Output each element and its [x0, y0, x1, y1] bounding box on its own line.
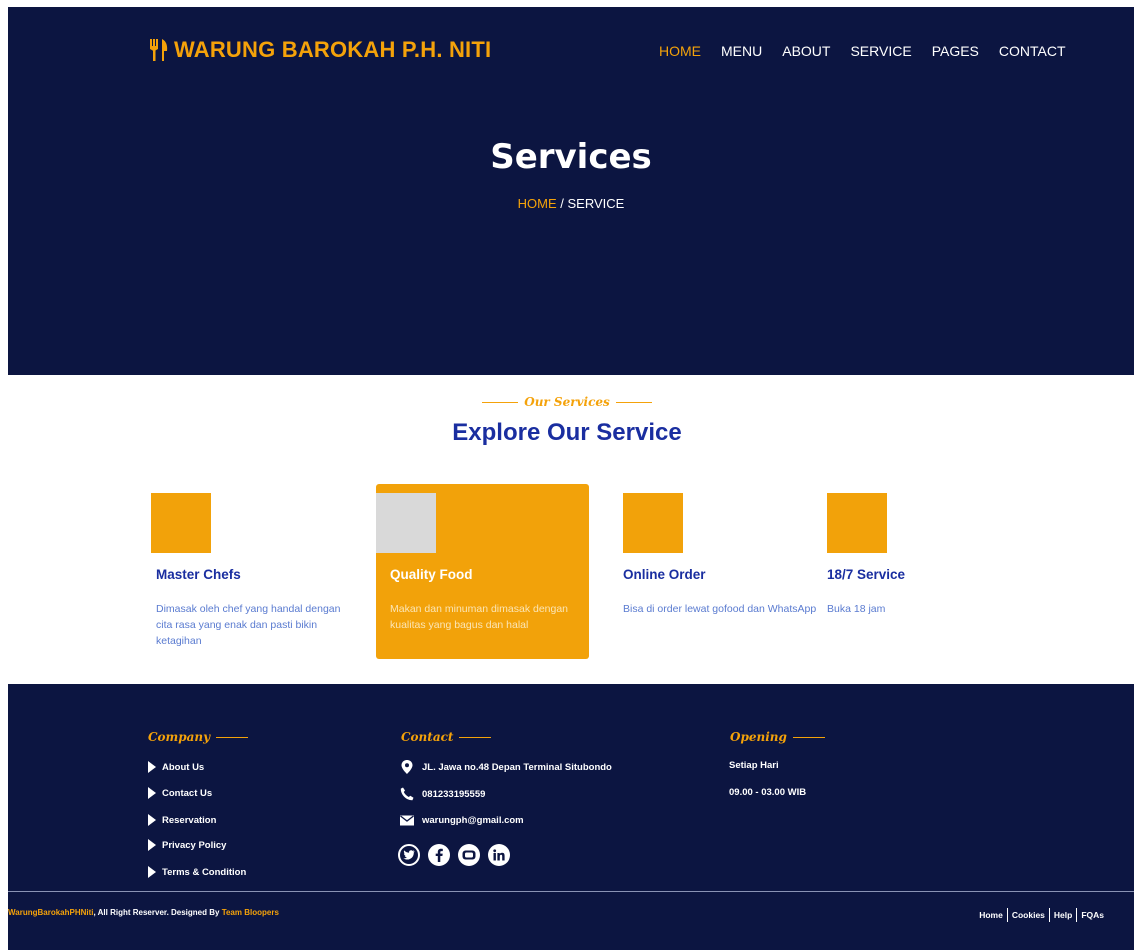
twitter-icon[interactable] — [398, 844, 420, 866]
contact-phone[interactable]: 081233195559 — [400, 787, 485, 801]
hero-section: WARUNG BAROKAH P.H. NITI HOME MENU ABOUT… — [8, 7, 1134, 375]
breadcrumb: HOME / SERVICE — [8, 196, 1134, 211]
nav-menu[interactable]: MENU — [721, 43, 762, 59]
opening-hours: 09.00 - 03.00 WIB — [729, 787, 807, 798]
service-card-title: Master Chefs — [156, 567, 241, 582]
footer-company-heading: Company — [148, 730, 249, 744]
footer-link-privacy-policy[interactable]: Privacy Policy — [148, 839, 226, 851]
service-card-text: Dimasak oleh chef yang handal dengan cit… — [156, 603, 341, 647]
footer-link-label: About Us — [162, 761, 205, 773]
contact-email[interactable]: warungph@gmail.com — [400, 813, 524, 827]
service-image-placeholder — [376, 493, 436, 553]
service-card-text: Buka 18 jam — [827, 603, 886, 615]
social-links — [398, 844, 510, 866]
contact-email-text: warungph@gmail.com — [422, 814, 524, 826]
map-pin-icon — [400, 760, 414, 774]
service-card-18-7-service[interactable]: 18/7 Service Buka 18 jam — [827, 484, 1040, 659]
brand-name: WARUNG BAROKAH P.H. NITI — [174, 37, 492, 62]
footer-contact-heading-text: Contact — [401, 730, 454, 744]
footer-opening-heading: Opening — [730, 730, 825, 744]
service-image-placeholder — [827, 493, 887, 553]
footer: Company About Us Contact Us Reservation … — [8, 684, 1134, 950]
breadcrumb-current: SERVICE — [567, 196, 625, 211]
youtube-icon[interactable] — [458, 844, 480, 866]
facebook-icon[interactable] — [428, 844, 450, 866]
footer-link-about-us[interactable]: About Us — [148, 761, 204, 773]
bottom-link-fqas[interactable]: FQAs — [1081, 910, 1104, 920]
service-card-text: Makan dan minuman dimasak dengan kualita… — [390, 603, 569, 631]
footer-link-label: Terms & Condition — [162, 866, 247, 878]
footer-opening-heading-text: Opening — [730, 730, 787, 744]
service-card-text: Bisa di order lewat gofood dan WhatsApp — [623, 603, 817, 615]
eyebrow-line-right — [615, 402, 652, 403]
footer-link-contact-us[interactable]: Contact Us — [148, 787, 212, 799]
heading-line — [792, 736, 825, 738]
bottom-link-cookies[interactable]: Cookies — [1012, 910, 1045, 920]
eyebrow-text: Our Services — [524, 395, 610, 409]
nav-contact[interactable]: CONTACT — [999, 43, 1066, 59]
footer-bottom-links: Home Cookies Help FQAs — [979, 908, 1104, 922]
footer-contact-heading: Contact — [401, 730, 492, 744]
services-section: Our Services Explore Our Service Master … — [0, 375, 1134, 684]
copyright-designer-link[interactable]: Team Bloopers — [222, 908, 279, 917]
triangle-right-icon — [148, 787, 156, 799]
service-card-online-order[interactable]: Online Order Bisa di order lewat gofood … — [623, 484, 836, 659]
copyright-body: , All Right Reserver. Designed By — [93, 908, 222, 917]
footer-link-label: Reservation — [162, 814, 217, 826]
footer-link-terms-condition[interactable]: Terms & Condition — [148, 866, 246, 878]
service-image-placeholder — [623, 493, 683, 553]
triangle-right-icon — [148, 814, 156, 826]
nav-pages[interactable]: PAGES — [932, 43, 979, 59]
heading-line — [216, 736, 249, 738]
link-separator — [1048, 908, 1050, 922]
footer-link-reservation[interactable]: Reservation — [148, 814, 216, 826]
copyright-text: WarungBarokahPHNiti, All Right Reserver.… — [8, 908, 279, 917]
footer-company-heading-text: Company — [148, 730, 211, 744]
section-title: Explore Our Service — [452, 419, 682, 446]
opening-days: Setiap Hari — [729, 760, 779, 771]
nav-about[interactable]: ABOUT — [782, 43, 830, 59]
service-card-title: Quality Food — [390, 567, 473, 582]
contact-address: JL. Jawa no.48 Depan Terminal Situbondo — [400, 760, 612, 774]
main-nav: HOME MENU ABOUT SERVICE PAGES CONTACT — [659, 43, 1066, 59]
triangle-right-icon — [148, 761, 156, 773]
phone-icon — [400, 787, 414, 801]
triangle-right-icon — [148, 839, 156, 851]
envelope-icon — [400, 813, 414, 827]
triangle-right-icon — [148, 866, 156, 878]
contact-address-text: JL. Jawa no.48 Depan Terminal Situbondo — [422, 761, 612, 773]
service-card-quality-food[interactable]: Quality Food Makan dan minuman dimasak d… — [376, 484, 589, 659]
fork-knife-icon — [148, 38, 170, 62]
service-card-title: Online Order — [623, 567, 706, 582]
heading-line — [459, 736, 492, 738]
breadcrumb-home-link[interactable]: HOME — [518, 196, 557, 211]
nav-home[interactable]: HOME — [659, 43, 701, 59]
eyebrow-line-left — [482, 402, 519, 403]
copyright-brand-link[interactable]: WarungBarokahPHNiti — [8, 908, 94, 917]
bottom-link-help[interactable]: Help — [1054, 910, 1072, 920]
service-card-title: 18/7 Service — [827, 567, 906, 582]
breadcrumb-separator: / — [556, 196, 568, 211]
footer-divider — [8, 891, 1134, 892]
nav-service[interactable]: SERVICE — [850, 43, 911, 59]
bottom-link-home[interactable]: Home — [979, 910, 1003, 920]
link-separator — [1006, 908, 1008, 922]
service-image-placeholder — [151, 493, 211, 553]
linkedin-icon[interactable] — [488, 844, 510, 866]
page-title: Services — [490, 137, 652, 177]
brand-logo[interactable]: WARUNG BAROKAH P.H. NITI — [148, 37, 491, 63]
footer-link-label: Contact Us — [162, 787, 213, 799]
section-eyebrow: Our Services — [0, 395, 1134, 409]
contact-phone-text: 081233195559 — [422, 788, 486, 800]
footer-link-label: Privacy Policy — [162, 839, 227, 851]
service-card-master-chefs[interactable]: Master Chefs Dimasak oleh chef yang hand… — [151, 484, 364, 659]
link-separator — [1076, 908, 1078, 922]
